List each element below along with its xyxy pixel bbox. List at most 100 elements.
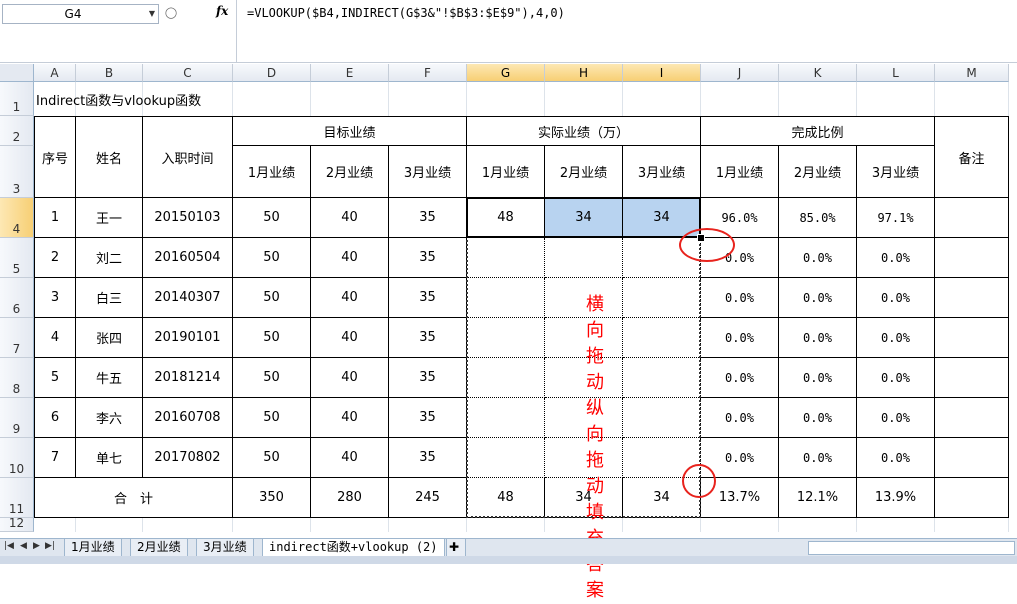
cell[interactable] xyxy=(623,518,701,532)
table-cell[interactable]: 20190101 xyxy=(143,318,233,358)
select-all-corner[interactable] xyxy=(0,64,34,82)
row-header-1[interactable]: 1 xyxy=(0,82,34,116)
total-cell[interactable]: 350 xyxy=(233,478,311,518)
table-cell[interactable]: 牛五 xyxy=(76,358,143,398)
table-cell[interactable]: 0.0% xyxy=(779,238,857,278)
name-box[interactable]: G4 ▼ xyxy=(2,4,159,24)
row-header-10[interactable]: 10 xyxy=(0,438,34,478)
header-name[interactable]: 姓名 xyxy=(76,116,143,198)
total-cell[interactable]: 48 xyxy=(467,478,545,518)
row-header-9[interactable]: 9 xyxy=(0,398,34,438)
table-cell[interactable]: 20170802 xyxy=(143,438,233,478)
header-month[interactable]: 1月业绩 xyxy=(467,146,545,198)
header-month[interactable]: 1月业绩 xyxy=(233,146,311,198)
column-header-E[interactable]: E xyxy=(311,64,389,82)
column-header-B[interactable]: B xyxy=(76,64,143,82)
table-cell[interactable]: 35 xyxy=(389,238,467,278)
table-cell[interactable]: 刘二 xyxy=(76,238,143,278)
table-cell[interactable] xyxy=(545,238,623,278)
cell[interactable] xyxy=(389,518,467,532)
table-cell[interactable]: 3 xyxy=(34,278,76,318)
table-cell[interactable]: 50 xyxy=(233,438,311,478)
row-header-8[interactable]: 8 xyxy=(0,358,34,398)
column-header-I[interactable]: I xyxy=(623,64,701,82)
cell[interactable] xyxy=(623,82,701,116)
header-month[interactable]: 2月业绩 xyxy=(311,146,389,198)
table-cell[interactable]: 35 xyxy=(389,278,467,318)
table-cell[interactable]: 0.0% xyxy=(779,438,857,478)
table-cell[interactable]: 20181214 xyxy=(143,358,233,398)
row-header-5[interactable]: 5 xyxy=(0,238,34,278)
table-cell[interactable] xyxy=(935,358,1009,398)
table-cell[interactable]: 李六 xyxy=(76,398,143,438)
table-cell[interactable]: 50 xyxy=(233,358,311,398)
table-cell[interactable] xyxy=(935,278,1009,318)
table-cell[interactable]: 0.0% xyxy=(779,318,857,358)
header-month[interactable]: 1月业绩 xyxy=(701,146,779,198)
table-cell[interactable]: 35 xyxy=(389,438,467,478)
total-cell[interactable]: 34 xyxy=(545,478,623,518)
sheet-title[interactable]: Indirect函数与vlookup函数 xyxy=(34,82,545,116)
header-note[interactable]: 备注 xyxy=(935,116,1009,198)
table-cell[interactable]: 50 xyxy=(233,278,311,318)
table-cell[interactable]: 20160504 xyxy=(143,238,233,278)
header-month[interactable]: 2月业绩 xyxy=(545,146,623,198)
table-cell[interactable]: 0.0% xyxy=(779,398,857,438)
header-actual[interactable]: 实际业绩（万） xyxy=(467,116,701,146)
table-cell[interactable]: 20150103 xyxy=(143,198,233,238)
total-label[interactable]: 合 计 xyxy=(34,478,233,518)
cell[interactable] xyxy=(467,518,545,532)
cell[interactable] xyxy=(935,518,1009,532)
table-cell[interactable] xyxy=(467,438,545,478)
table-cell[interactable]: 0.0% xyxy=(857,318,935,358)
header-month[interactable]: 2月业绩 xyxy=(779,146,857,198)
cell[interactable] xyxy=(311,518,389,532)
cell[interactable] xyxy=(701,82,779,116)
header-month[interactable]: 3月业绩 xyxy=(857,146,935,198)
table-cell[interactable]: 97.1% xyxy=(857,198,935,238)
table-cell[interactable] xyxy=(623,398,701,438)
table-cell[interactable] xyxy=(467,278,545,318)
table-cell[interactable] xyxy=(467,358,545,398)
last-sheet-icon[interactable]: ▶| xyxy=(45,541,55,551)
cell[interactable] xyxy=(76,518,143,532)
cell[interactable] xyxy=(779,82,857,116)
table-cell[interactable]: 20160708 xyxy=(143,398,233,438)
cell[interactable] xyxy=(233,518,311,532)
total-cell[interactable]: 12.1% xyxy=(779,478,857,518)
table-cell[interactable]: 0.0% xyxy=(857,438,935,478)
table-cell[interactable] xyxy=(545,438,623,478)
table-cell[interactable] xyxy=(623,278,701,318)
tab-sheet-2[interactable]: 2月业绩 xyxy=(130,539,188,557)
column-header-C[interactable]: C xyxy=(143,64,233,82)
tab-sheet-3[interactable]: 3月业绩 xyxy=(196,539,254,557)
next-sheet-icon[interactable]: ▶ xyxy=(33,541,40,551)
column-header-M[interactable]: M xyxy=(935,64,1009,82)
table-cell[interactable] xyxy=(467,318,545,358)
header-month[interactable]: 3月业绩 xyxy=(623,146,701,198)
table-cell[interactable]: 20140307 xyxy=(143,278,233,318)
column-header-A[interactable]: A xyxy=(34,64,76,82)
column-header-J[interactable]: J xyxy=(701,64,779,82)
table-cell[interactable]: 7 xyxy=(34,438,76,478)
column-header-F[interactable]: F xyxy=(389,64,467,82)
table-cell[interactable]: 0.0% xyxy=(701,398,779,438)
cell[interactable] xyxy=(779,518,857,532)
table-cell[interactable]: 0.0% xyxy=(779,358,857,398)
chevron-down-icon[interactable]: ▼ xyxy=(149,5,155,23)
row-header-2[interactable]: 2 xyxy=(0,116,34,146)
table-cell[interactable]: 50 xyxy=(233,238,311,278)
table-cell[interactable]: 40 xyxy=(311,438,389,478)
tab-sheet-1[interactable]: 1月业绩 xyxy=(64,539,122,557)
table-cell[interactable]: 35 xyxy=(389,398,467,438)
table-cell[interactable] xyxy=(935,238,1009,278)
table-cell[interactable]: 0.0% xyxy=(701,278,779,318)
table-cell[interactable] xyxy=(935,398,1009,438)
table-cell[interactable]: 35 xyxy=(389,358,467,398)
table-cell[interactable]: 单七 xyxy=(76,438,143,478)
table-cell[interactable]: 40 xyxy=(311,238,389,278)
table-cell[interactable] xyxy=(545,358,623,398)
table-cell[interactable]: 1 xyxy=(34,198,76,238)
table-cell[interactable]: 40 xyxy=(311,198,389,238)
table-cell[interactable]: 0.0% xyxy=(701,358,779,398)
